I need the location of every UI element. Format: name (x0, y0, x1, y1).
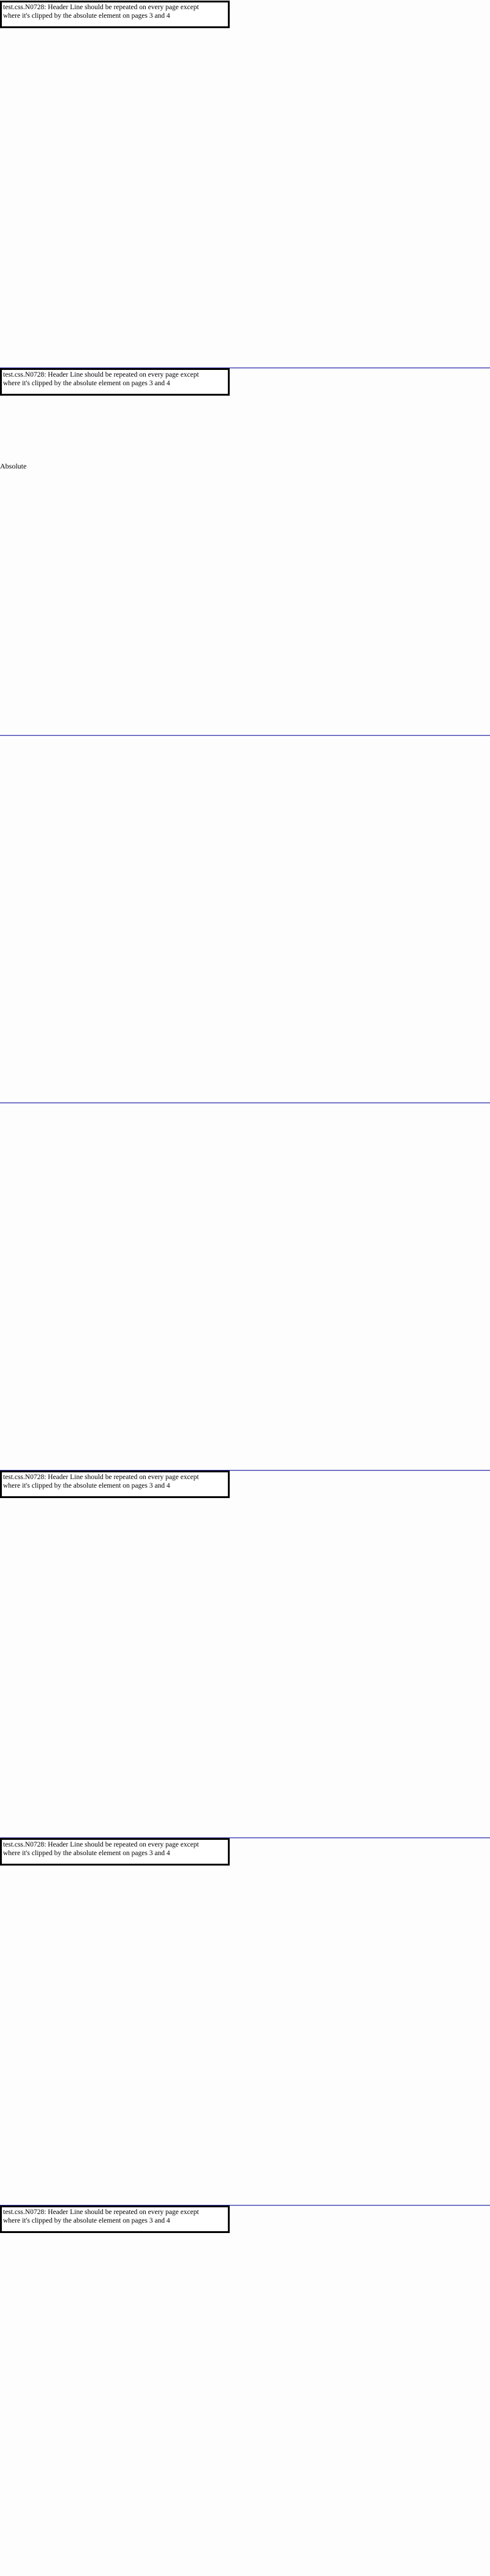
repeated-header-box: test.css.N0728: Header Line should be re… (0, 2205, 230, 2233)
header-line-2: where it's clipped by the absolute eleme… (3, 380, 170, 387)
repeated-header-box: test.css.N0728: Header Line should be re… (0, 1, 230, 28)
absolute-element-label: Absolute (0, 462, 27, 470)
header-line-2: where it's clipped by the absolute eleme… (3, 1850, 170, 1857)
page-2: test.css.N0728: Header Line should be re… (0, 367, 490, 735)
page-4 (0, 1102, 490, 1470)
page-separator (0, 735, 490, 736)
repeated-header-box: test.css.N0728: Header Line should be re… (0, 1838, 230, 1866)
header-line-2: where it's clipped by the absolute eleme… (3, 1482, 170, 1489)
page-6: test.css.N0728: Header Line should be re… (0, 1837, 490, 2205)
header-line-2: where it's clipped by the absolute eleme… (3, 12, 170, 20)
header-line-1: test.css.N0728: Header Line should be re… (3, 2209, 199, 2216)
page-1: test.css.N0728: Header Line should be re… (0, 0, 490, 367)
repeated-header-box: test.css.N0728: Header Line should be re… (0, 1471, 230, 1498)
header-line-1: test.css.N0728: Header Line should be re… (3, 371, 199, 378)
repeated-header-box: test.css.N0728: Header Line should be re… (0, 368, 230, 396)
header-line-2: where it's clipped by the absolute eleme… (3, 2217, 170, 2224)
page-3 (0, 735, 490, 1102)
page-7: test.css.N0728: Header Line should be re… (0, 2205, 490, 2576)
header-line-1: test.css.N0728: Header Line should be re… (3, 1841, 199, 1848)
header-line-1: test.css.N0728: Header Line should be re… (3, 4, 199, 11)
page-5: test.css.N0728: Header Line should be re… (0, 1470, 490, 1837)
page-separator (0, 1102, 490, 1103)
header-line-1: test.css.N0728: Header Line should be re… (3, 1474, 199, 1481)
